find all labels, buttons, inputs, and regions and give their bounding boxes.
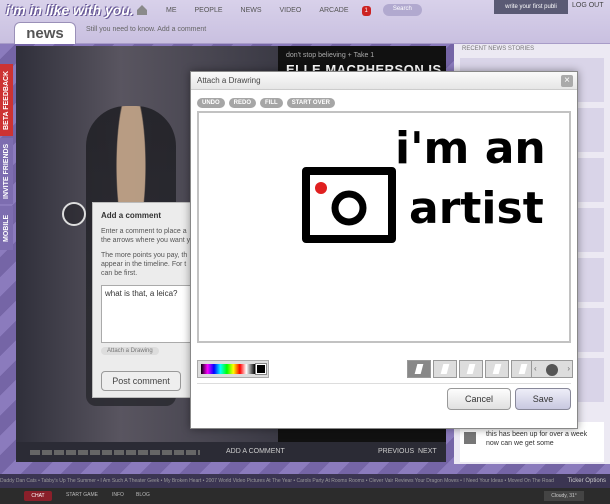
drawing-strokes: i'm an artist (302, 123, 546, 243)
chevron-right-icon[interactable]: › (567, 364, 570, 373)
mobile-tab[interactable]: MOBILE (0, 206, 13, 250)
brush-selector (407, 360, 535, 378)
nav-item-people[interactable]: PEOPLE (186, 3, 232, 18)
bottom-statusbar: CHAT START GAME INFO BLOG Cloudy, 31° (0, 488, 610, 504)
comment-target-marker[interactable] (62, 202, 86, 226)
write-publication-button[interactable]: write your first publi (494, 0, 568, 14)
notification-badge[interactable]: 1 (361, 6, 371, 16)
video-timeline-bar: ADD A COMMENT PREVIOUS NEXT (16, 442, 446, 462)
page-subtitle: Still you need to know. Add a comment (86, 26, 207, 33)
cancel-button[interactable]: Cancel (447, 388, 511, 410)
comment-panel-points-info: The more points you pay, th appear in th… (101, 252, 188, 277)
info-link[interactable]: INFO (112, 492, 124, 498)
top-header: i'm in like with you. news Still you nee… (0, 0, 610, 44)
nav-item-video[interactable]: VIDEO (271, 3, 311, 18)
start-over-button[interactable]: START OVER (286, 98, 335, 108)
start-game-link[interactable]: START GAME (66, 492, 98, 498)
drawing-text-line-1: i'm an (395, 123, 546, 174)
timeline-track[interactable] (30, 450, 200, 455)
drawing-text-line-2: artist (409, 183, 544, 234)
add-comment-link[interactable]: ADD A COMMENT (226, 448, 285, 455)
video-kicker: don't stop believing + Take 1 (286, 52, 375, 59)
comment-input[interactable]: what is that, a leica? (101, 285, 191, 343)
selected-color-swatch[interactable] (255, 363, 267, 375)
recent-news-title: RECENT NEWS STORIES (462, 46, 535, 52)
brush-1[interactable] (407, 360, 431, 378)
ticker-text[interactable]: Daddy Dan Cats • Tabby's Up The Summer •… (0, 478, 554, 484)
chevron-left-icon[interactable]: ‹ (534, 364, 537, 373)
color-palette[interactable] (197, 360, 269, 378)
brush-size-selector[interactable]: ‹ › (531, 360, 573, 378)
next-link[interactable]: NEXT (418, 448, 437, 455)
camera-flash-dot (315, 182, 327, 194)
attach-drawing-button[interactable]: Attach a Drawing (101, 347, 159, 355)
comment-panel-instructions: Enter a comment to place a the arrows wh… (101, 228, 191, 244)
camera-body-stroke (302, 167, 396, 243)
blog-link[interactable]: BLOG (136, 492, 150, 498)
redo-button[interactable]: REDO (228, 98, 257, 108)
search-button[interactable]: Search (382, 4, 422, 16)
add-comment-panel: Add a comment Enter a comment to place a… (92, 202, 192, 398)
undo-button[interactable]: UNDO (197, 98, 225, 108)
chat-button[interactable]: CHAT (24, 491, 52, 501)
attach-drawing-dialog: Attach a Drawring × UNDO REDO FILL START… (190, 71, 578, 429)
nav-item-news[interactable]: NEWS (232, 3, 271, 18)
site-logo[interactable]: i'm in like with you. (6, 2, 156, 22)
brush-size-dot (546, 364, 558, 376)
news-ticker: Daddy Dan Cats • Tabby's Up The Summer •… (0, 474, 610, 488)
close-icon[interactable]: × (561, 75, 573, 87)
beta-feedback-tab[interactable]: BETA FEEDBACK (0, 64, 13, 136)
avatar (464, 432, 476, 444)
brush-2[interactable] (433, 360, 457, 378)
post-comment-button[interactable]: Post comment (101, 371, 181, 391)
brush-3[interactable] (459, 360, 483, 378)
previous-link[interactable]: PREVIOUS (378, 448, 414, 455)
nav-item-arcade[interactable]: ARCADE (310, 3, 357, 18)
main-nav: ME PEOPLE NEWS VIDEO ARCADE 1 Search (135, 3, 422, 18)
nav-item-me[interactable]: ME (157, 3, 186, 18)
color-spectrum[interactable] (201, 364, 255, 374)
save-button[interactable]: Save (515, 388, 571, 410)
fill-button[interactable]: FILL (260, 98, 283, 108)
logout-link[interactable]: LOG OUT (572, 2, 604, 9)
weather-widget[interactable]: Cloudy, 31° (544, 491, 584, 501)
dialog-title: Attach a Drawring (197, 76, 261, 85)
invite-friends-tab[interactable]: INVITE FRIENDS (0, 138, 13, 204)
camera-lens-stroke (331, 190, 367, 226)
drawing-canvas[interactable]: i'm an artist (197, 111, 571, 343)
brush-4[interactable] (485, 360, 509, 378)
recent-comment-text: this has been up for over a week now can… (486, 431, 588, 447)
home-icon[interactable] (135, 3, 149, 17)
divider (197, 383, 571, 384)
ticker-options-link[interactable]: Ticker Options (568, 474, 606, 488)
section-tab-news[interactable]: news (14, 22, 76, 44)
drawing-toolbar: UNDO REDO FILL START OVER (197, 98, 335, 108)
comment-panel-title: Add a comment (101, 211, 162, 220)
dialog-titlebar: Attach a Drawring × (191, 72, 577, 90)
